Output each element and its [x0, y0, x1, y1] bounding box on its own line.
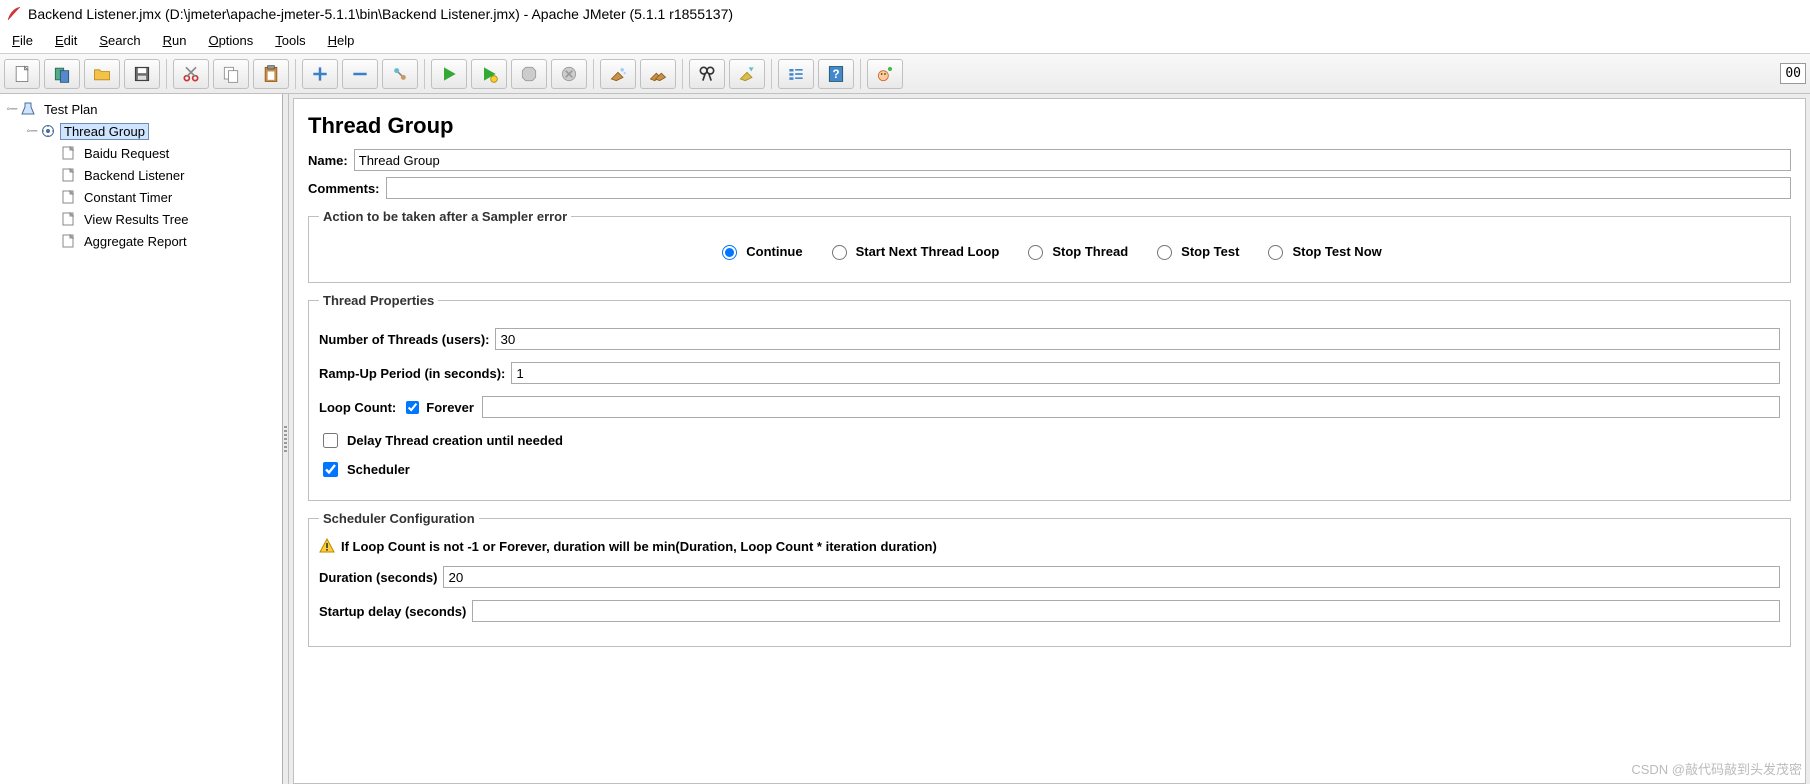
radio-stop-test-now[interactable]: Stop Test Now	[1263, 242, 1381, 260]
tb-copy-icon[interactable]	[213, 59, 249, 89]
file-icon	[60, 145, 76, 161]
ramp-up-label: Ramp-Up Period (in seconds):	[319, 366, 505, 381]
duration-label: Duration (seconds)	[319, 570, 437, 585]
tb-templates-icon[interactable]	[44, 59, 80, 89]
ramp-up-input[interactable]	[511, 362, 1780, 384]
menu-edit[interactable]: Edit	[49, 31, 83, 50]
menu-run[interactable]: Run	[157, 31, 193, 50]
forever-checkbox[interactable]: Forever	[402, 398, 474, 417]
startup-delay-label: Startup delay (seconds)	[319, 604, 466, 619]
scheduler-checkbox[interactable]: Scheduler	[319, 459, 1780, 480]
radio-stop-thread[interactable]: Stop Thread	[1023, 242, 1128, 260]
tb-paste-icon[interactable]	[253, 59, 289, 89]
tree-view-results-tree[interactable]: ·View Results Tree	[46, 208, 282, 230]
jmeter-feather-icon	[6, 6, 22, 22]
thread-properties-legend: Thread Properties	[319, 293, 438, 308]
menu-file[interactable]: File	[6, 31, 39, 50]
tb-save-icon[interactable]	[124, 59, 160, 89]
tb-function-helper-icon[interactable]	[778, 59, 814, 89]
tb-toggle-icon[interactable]	[382, 59, 418, 89]
tb-stop-icon[interactable]	[511, 59, 547, 89]
toolbar: ? 00	[0, 54, 1810, 94]
tb-shutdown-icon[interactable]	[551, 59, 587, 89]
warning-icon	[319, 538, 335, 554]
tree-aggregate-report[interactable]: ·Aggregate Report	[46, 230, 282, 252]
loop-count-label: Loop Count:	[319, 400, 396, 415]
scheduler-config-fieldset: Scheduler Configuration If Loop Count is…	[308, 511, 1791, 647]
sampler-error-legend: Action to be taken after a Sampler error	[319, 209, 571, 224]
radio-stop-test[interactable]: Stop Test	[1152, 242, 1239, 260]
comments-input[interactable]	[386, 177, 1791, 199]
sampler-error-fieldset: Action to be taken after a Sampler error…	[308, 209, 1791, 283]
tb-search-icon[interactable]	[689, 59, 725, 89]
tb-start-icon[interactable]	[431, 59, 467, 89]
panel-title: Thread Group	[308, 113, 1791, 139]
window-titlebar: Backend Listener.jmx (D:\jmeter\apache-j…	[0, 0, 1810, 28]
tree-constant-timer[interactable]: ·Constant Timer	[46, 186, 282, 208]
scheduler-warn-text: If Loop Count is not -1 or Forever, dura…	[341, 539, 937, 554]
comments-label: Comments:	[308, 181, 380, 196]
tree-thread-group[interactable]: ◦─ Thread Group	[26, 120, 282, 142]
file-icon	[60, 211, 76, 227]
tree-test-plan[interactable]: ◦─ Test Plan	[6, 98, 282, 120]
menubar: File Edit Search Run Options Tools Help	[0, 28, 1810, 54]
tb-open-icon[interactable]	[84, 59, 120, 89]
tb-clear-all-icon[interactable]	[640, 59, 676, 89]
svg-text:?: ?	[832, 68, 839, 81]
test-plan-tree[interactable]: ◦─ Test Plan ◦─ Thread Group ·Baidu Requ…	[0, 94, 283, 784]
delay-thread-checkbox[interactable]: Delay Thread creation until needed	[319, 430, 1780, 451]
menu-search[interactable]: Search	[93, 31, 146, 50]
file-icon	[60, 233, 76, 249]
file-icon	[60, 189, 76, 205]
num-threads-input[interactable]	[495, 328, 1780, 350]
tb-collapse-icon[interactable]	[342, 59, 378, 89]
tree-baidu-request[interactable]: ·Baidu Request	[46, 142, 282, 164]
content-pane: Thread Group Name: Comments: Action to b…	[289, 94, 1810, 784]
name-label: Name:	[308, 153, 348, 168]
tree-backend-listener[interactable]: ·Backend Listener	[46, 164, 282, 186]
window-title: Backend Listener.jmx (D:\jmeter\apache-j…	[28, 6, 733, 22]
tb-help-icon[interactable]: ?	[818, 59, 854, 89]
thread-group-icon	[40, 123, 56, 139]
tb-think-time-icon[interactable]	[867, 59, 903, 89]
file-icon	[60, 167, 76, 183]
scheduler-config-legend: Scheduler Configuration	[319, 511, 479, 526]
startup-delay-input[interactable]	[472, 600, 1780, 622]
menu-tools[interactable]: Tools	[269, 31, 311, 50]
thread-properties-fieldset: Thread Properties Number of Threads (use…	[308, 293, 1791, 501]
name-input[interactable]	[354, 149, 1791, 171]
tb-expand-icon[interactable]	[302, 59, 338, 89]
tb-reset-search-icon[interactable]	[729, 59, 765, 89]
tb-cut-icon[interactable]	[173, 59, 209, 89]
radio-continue[interactable]: Continue	[717, 242, 802, 260]
tb-start-no-timers-icon[interactable]	[471, 59, 507, 89]
toolbar-elapsed-time: 00	[1780, 63, 1806, 84]
tb-new-icon[interactable]	[4, 59, 40, 89]
menu-options[interactable]: Options	[202, 31, 259, 50]
radio-start-next[interactable]: Start Next Thread Loop	[827, 242, 1000, 260]
num-threads-label: Number of Threads (users):	[319, 332, 489, 347]
loop-count-input[interactable]	[482, 396, 1780, 418]
beaker-icon	[20, 101, 36, 117]
duration-input[interactable]	[443, 566, 1780, 588]
menu-help[interactable]: Help	[322, 31, 361, 50]
tb-clear-icon[interactable]	[600, 59, 636, 89]
